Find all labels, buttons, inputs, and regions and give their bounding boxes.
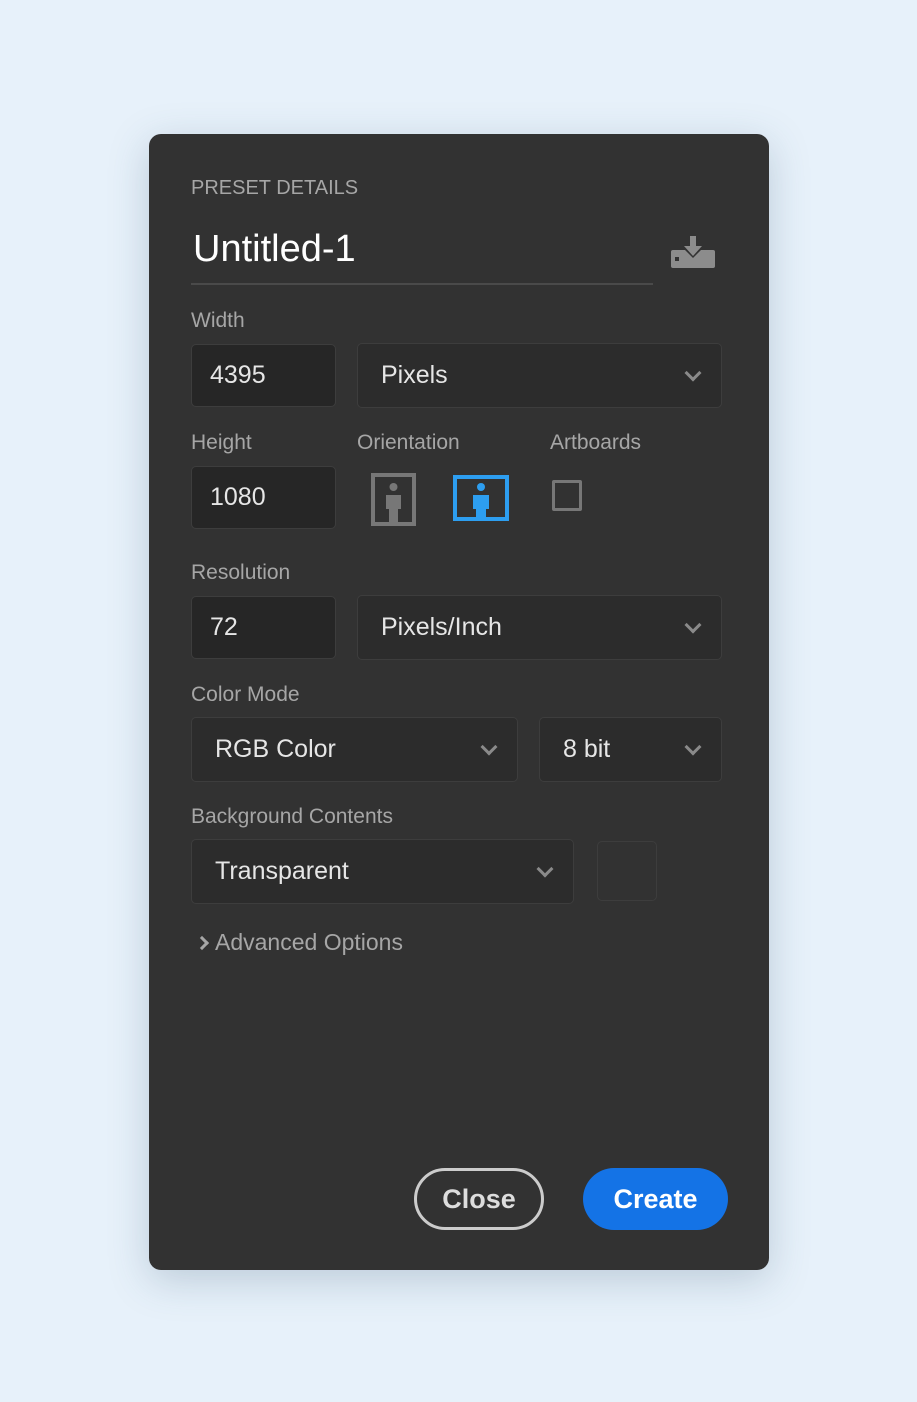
chevron-down-icon bbox=[536, 860, 554, 877]
download-tray-icon[interactable] bbox=[671, 236, 715, 268]
chevron-down-icon bbox=[684, 616, 702, 633]
background-select[interactable]: Transparent bbox=[191, 839, 574, 904]
document-name-input[interactable]: Untitled-1 bbox=[193, 228, 356, 271]
section-title: PRESET DETAILS bbox=[191, 177, 359, 199]
portrait-orientation-icon[interactable] bbox=[371, 473, 416, 526]
new-document-panel: PRESET DETAILS Untitled-1 Width 4395 Pix… bbox=[149, 134, 769, 1270]
color-mode-label: Color Mode bbox=[191, 683, 300, 706]
advanced-options-toggle[interactable]: Advanced Options bbox=[194, 929, 403, 956]
color-mode-select[interactable]: RGB Color bbox=[191, 717, 518, 782]
artboards-checkbox[interactable] bbox=[552, 480, 582, 511]
chevron-right-icon bbox=[194, 935, 210, 950]
height-label: Height bbox=[191, 431, 252, 454]
resolution-unit-select[interactable]: Pixels/Inch bbox=[357, 595, 722, 660]
background-value: Transparent bbox=[215, 857, 349, 885]
background-color-swatch[interactable] bbox=[597, 841, 657, 901]
color-mode-value: RGB Color bbox=[215, 735, 336, 763]
width-input[interactable]: 4395 bbox=[191, 344, 336, 407]
width-unit-select[interactable]: Pixels bbox=[357, 343, 722, 408]
advanced-options-label: Advanced Options bbox=[215, 929, 403, 955]
artboards-label: Artboards bbox=[550, 431, 642, 454]
chevron-down-icon bbox=[684, 738, 702, 755]
resolution-input[interactable]: 72 bbox=[191, 596, 336, 659]
orientation-label: Orientation bbox=[357, 431, 460, 454]
resolution-label: Resolution bbox=[191, 561, 291, 584]
close-button[interactable]: Close bbox=[414, 1168, 544, 1230]
height-input[interactable]: 1080 bbox=[191, 466, 336, 529]
resolution-unit-value: Pixels/Inch bbox=[381, 613, 502, 641]
name-underline bbox=[191, 283, 653, 285]
landscape-orientation-icon[interactable] bbox=[453, 475, 509, 521]
width-unit-value: Pixels bbox=[381, 361, 448, 389]
chevron-down-icon bbox=[684, 364, 702, 381]
chevron-down-icon bbox=[480, 738, 498, 755]
create-button[interactable]: Create bbox=[583, 1168, 728, 1230]
bit-depth-select[interactable]: 8 bit bbox=[539, 717, 722, 782]
width-label: Width bbox=[191, 309, 245, 332]
bit-depth-value: 8 bit bbox=[563, 735, 611, 763]
background-label: Background Contents bbox=[191, 805, 393, 828]
